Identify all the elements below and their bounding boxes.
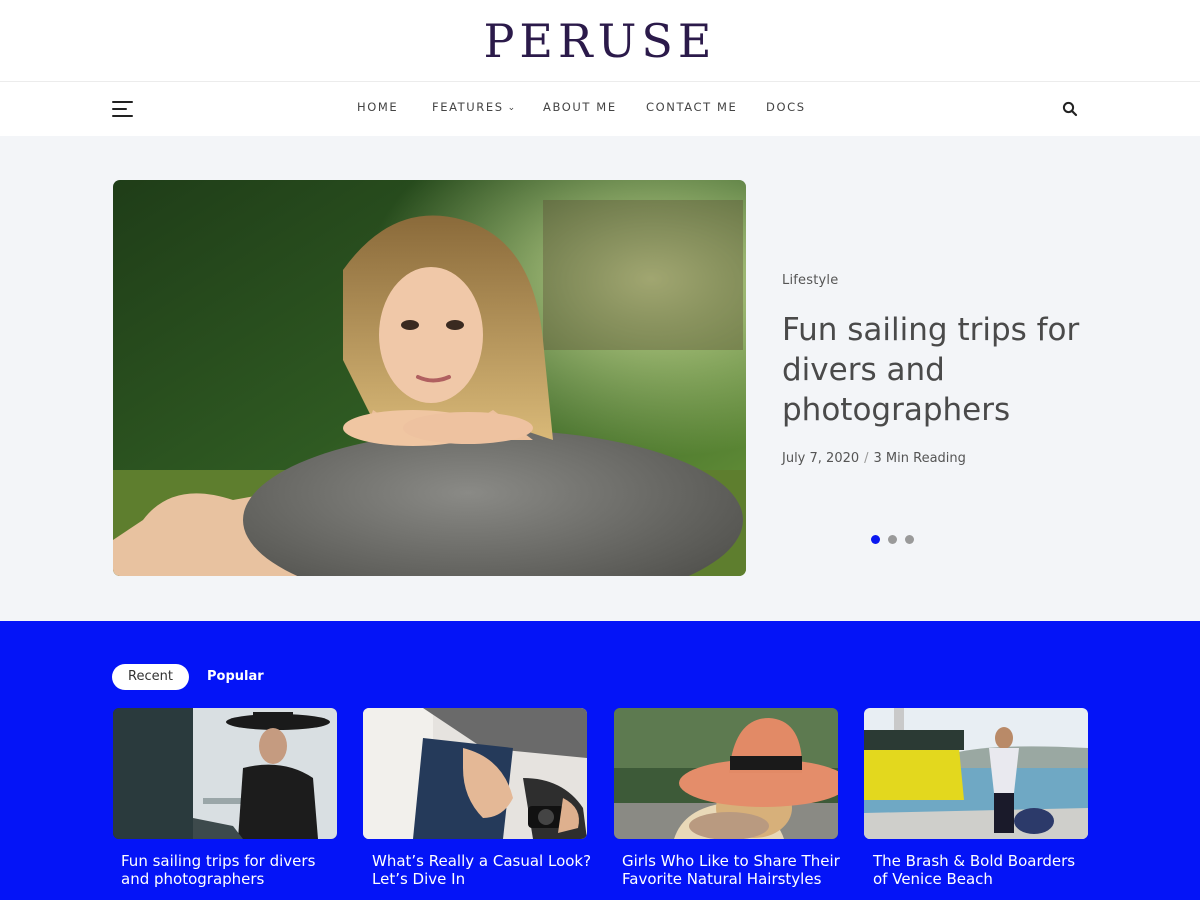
hero-meta: July 7, 2020 / 3 Min Reading <box>782 451 966 466</box>
post-title[interactable]: What’s Really a Casual Look? Let’s Dive … <box>372 852 592 888</box>
meta-separator: / <box>864 451 869 466</box>
hero-image[interactable] <box>113 180 746 576</box>
nav-item-home[interactable]: HOME <box>357 100 398 114</box>
post-thumbnail[interactable] <box>363 708 587 839</box>
tab-recent[interactable]: Recent <box>112 664 189 690</box>
site-logo[interactable]: PERUSE <box>0 14 1200 68</box>
post-thumbnail[interactable] <box>614 708 838 839</box>
nav-label: FEATURES <box>432 100 504 114</box>
post-title[interactable]: Fun sailing trips for divers and photogr… <box>121 852 341 888</box>
post-thumbnail[interactable] <box>864 708 1088 839</box>
nav-item-docs[interactable]: DOCS <box>766 100 806 114</box>
hero-reading-time: 3 Min Reading <box>873 451 966 466</box>
slider-dot[interactable] <box>905 535 914 544</box>
hero-title[interactable]: Fun sailing trips for divers and photogr… <box>782 310 1082 430</box>
nav-item-features[interactable]: FEATURES ⌄ <box>432 100 515 114</box>
nav-label: CONTACT ME <box>646 100 738 114</box>
nav-item-about-me[interactable]: ABOUT ME <box>543 100 617 114</box>
chevron-down-icon: ⌄ <box>507 103 516 113</box>
search-icon[interactable] <box>1062 101 1078 117</box>
post-title[interactable]: The Brash & Bold Boarders of Venice Beac… <box>873 852 1093 888</box>
nav-menu: HOME FEATURES ⌄ ABOUT ME CONTACT ME DOCS <box>0 100 1200 116</box>
slider-dot[interactable] <box>888 535 897 544</box>
nav-label: ABOUT ME <box>543 100 617 114</box>
hero-category[interactable]: Lifestyle <box>782 273 838 288</box>
post-thumbnail[interactable] <box>113 708 337 839</box>
logo-header: PERUSE <box>0 0 1200 82</box>
tab-popular[interactable]: Popular <box>207 669 264 684</box>
nav-label: DOCS <box>766 100 806 114</box>
post-title[interactable]: Girls Who Like to Share Their Favorite N… <box>622 852 842 888</box>
hero-date: July 7, 2020 <box>782 451 860 466</box>
slider-dot[interactable] <box>871 535 880 544</box>
nav-label: HOME <box>357 100 399 114</box>
nav-item-contact-me[interactable]: CONTACT ME <box>646 100 737 114</box>
